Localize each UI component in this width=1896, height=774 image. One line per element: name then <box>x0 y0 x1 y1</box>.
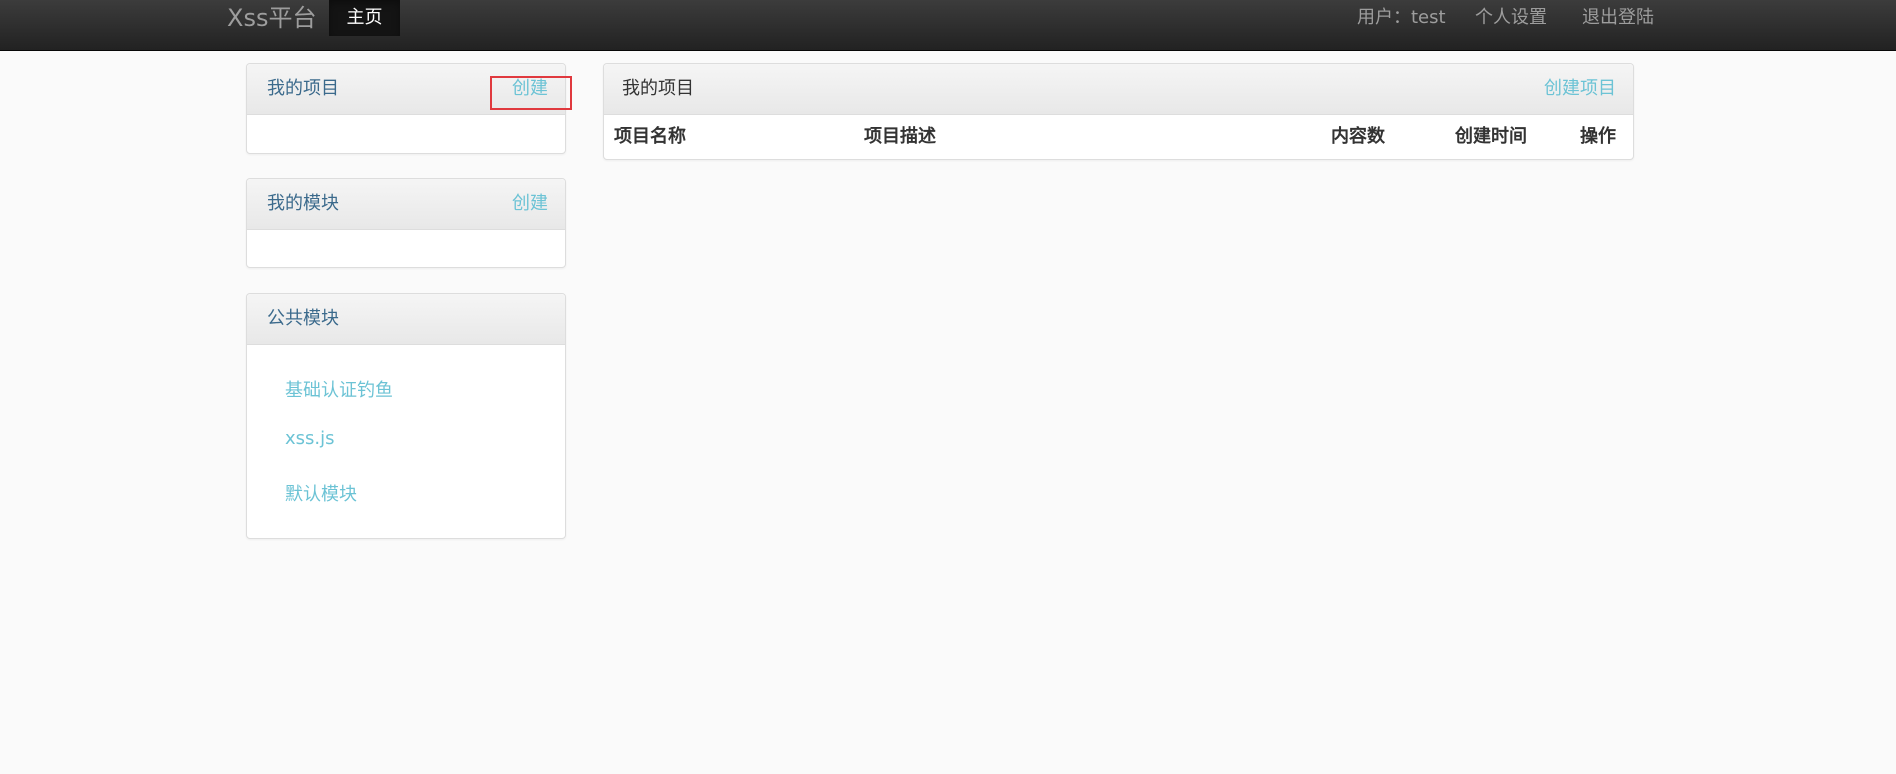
column-header-actions: 操作 <box>1580 126 1616 147</box>
column-header-content-count: 内容数 <box>1331 126 1385 147</box>
create-module-link[interactable]: 创建 <box>512 179 548 229</box>
public-modules-panel: 公共模块 基础认证钓鱼 xss.js 默认模块 <box>246 293 566 539</box>
public-modules-heading: 公共模块 <box>247 294 565 345</box>
logout-link[interactable]: 退出登陆 <box>1582 0 1654 36</box>
nav-tab-home[interactable]: 主页 <box>329 0 400 36</box>
brand-link[interactable]: Xss平台 <box>227 0 316 36</box>
settings-link[interactable]: 个人设置 <box>1475 0 1547 36</box>
column-header-project-name: 项目名称 <box>614 126 686 147</box>
projects-table-panel: 我的项目 创建项目 项目名称 项目描述 内容数 创建时间 操作 <box>603 63 1634 160</box>
user-label[interactable]: 用户：test <box>1357 0 1446 36</box>
my-modules-title: 我的模块 <box>267 193 339 214</box>
my-projects-title: 我的项目 <box>267 78 339 99</box>
projects-table-heading: 我的项目 创建项目 <box>604 64 1633 115</box>
projects-table-title: 我的项目 <box>622 78 694 99</box>
create-project-button[interactable]: 创建项目 <box>1544 64 1616 114</box>
my-modules-heading: 我的模块 创建 <box>247 179 565 230</box>
module-link-basic-auth-phishing[interactable]: 基础认证钓鱼 <box>285 376 393 402</box>
column-header-project-description: 项目描述 <box>864 126 936 147</box>
top-navbar: Xss平台 主页 用户：test 个人设置 退出登陆 <box>0 0 1896 51</box>
my-modules-panel: 我的模块 创建 <box>246 178 566 268</box>
public-modules-title: 公共模块 <box>267 308 339 329</box>
column-header-created-time: 创建时间 <box>1455 126 1527 147</box>
module-link-default[interactable]: 默认模块 <box>285 480 357 506</box>
module-link-xss-js[interactable]: xss.js <box>285 428 335 449</box>
highlight-box <box>490 76 572 110</box>
